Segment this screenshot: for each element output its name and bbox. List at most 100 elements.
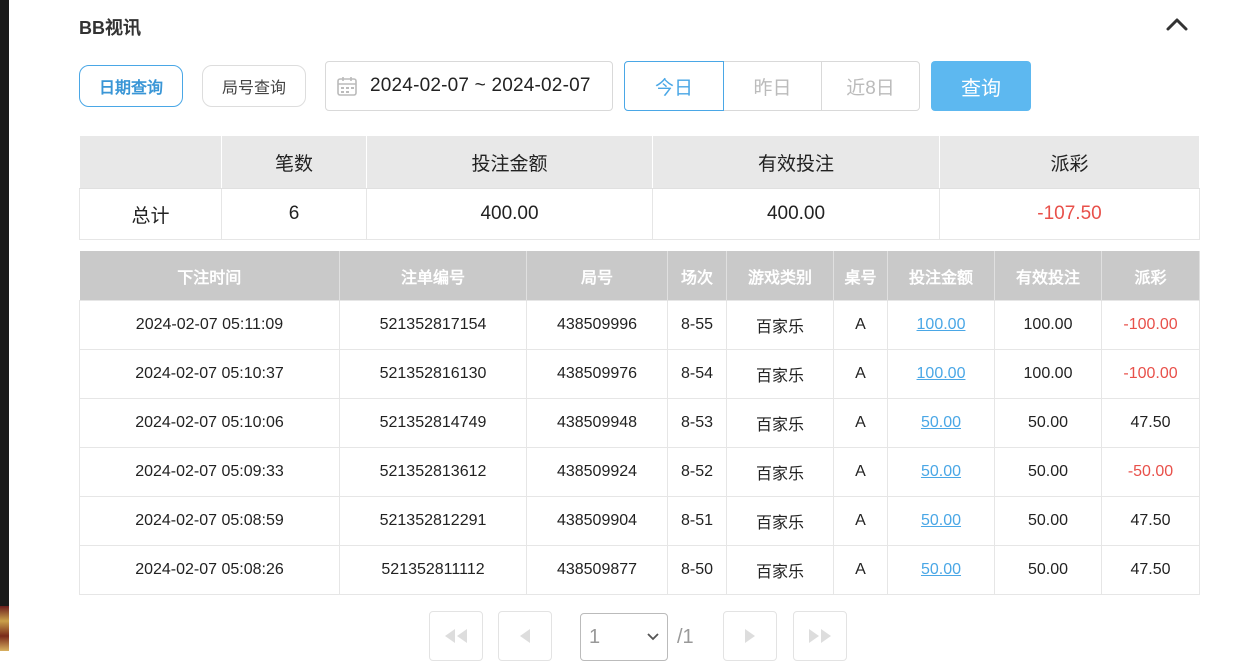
table-row: 2024-02-07 05:10:37 521352816130 4385099… — [79, 349, 1200, 399]
query-button[interactable]: 查询 — [931, 61, 1031, 111]
round-no: 438509996 — [526, 300, 668, 350]
summary-header-row: 笔数 投注金额 有效投注 派彩 — [79, 136, 1200, 189]
summary-header-payout: 派彩 — [939, 136, 1200, 189]
summary-header-count: 笔数 — [221, 136, 367, 189]
ticket-no: 521352811112 — [339, 545, 527, 595]
round-no: 438509976 — [526, 349, 668, 399]
round-no: 438509924 — [526, 447, 668, 497]
header-bet-amount: 投注金额 — [887, 251, 995, 301]
bet-time: 2024-02-07 05:11:09 — [79, 300, 340, 350]
section-title: BB视讯 — [79, 18, 141, 38]
header-table-no: 桌号 — [833, 251, 888, 301]
summary-total-valid: 400.00 — [652, 188, 940, 240]
date-range-input[interactable]: 2024-02-07 ~ 2024-02-07 — [325, 61, 613, 111]
first-page-button[interactable] — [429, 611, 483, 661]
prev-page-button[interactable] — [498, 611, 552, 661]
chevron-left-icon — [520, 629, 530, 643]
table-no: A — [833, 398, 888, 448]
game-type: 百家乐 — [726, 349, 834, 399]
summary-total-bet: 400.00 — [366, 188, 653, 240]
table-no: A — [833, 545, 888, 595]
ticket-no: 521352813612 — [339, 447, 527, 497]
bet-time: 2024-02-07 05:10:06 — [79, 398, 340, 448]
bet-amount-cell: 50.00 — [887, 447, 995, 497]
table-no: A — [833, 349, 888, 399]
valid-bet: 50.00 — [994, 398, 1102, 448]
bet-amount-link[interactable]: 100.00 — [917, 316, 966, 333]
page-total: /1 — [677, 626, 694, 648]
bet-time: 2024-02-07 05:08:26 — [79, 545, 340, 595]
summary-header-empty — [79, 136, 222, 189]
double-chevron-left-icon — [445, 629, 467, 643]
detail-header-row: 下注时间 注单编号 局号 场次 游戏类别 桌号 投注金额 有效投注 派彩 — [79, 251, 1200, 301]
session: 8-52 — [667, 447, 727, 497]
session: 8-53 — [667, 398, 727, 448]
header-session: 场次 — [667, 251, 727, 301]
table-row: 2024-02-07 05:10:06 521352814749 4385099… — [79, 398, 1200, 448]
table-no: A — [833, 300, 888, 350]
ticket-no: 521352817154 — [339, 300, 527, 350]
payout: -100.00 — [1101, 300, 1200, 350]
payout: 47.50 — [1101, 496, 1200, 546]
today-button[interactable]: 今日 — [624, 61, 724, 111]
session: 8-54 — [667, 349, 727, 399]
chevron-down-icon — [647, 633, 659, 641]
summary-header-valid: 有效投注 — [652, 136, 940, 189]
round-no: 438509877 — [526, 545, 668, 595]
game-type: 百家乐 — [726, 545, 834, 595]
last-page-button[interactable] — [793, 611, 847, 661]
valid-bet: 50.00 — [994, 545, 1102, 595]
header-round-no: 局号 — [526, 251, 668, 301]
summary-header-bet: 投注金额 — [366, 136, 653, 189]
left-edge-strip — [0, 0, 9, 651]
bet-time: 2024-02-07 05:10:37 — [79, 349, 340, 399]
bet-amount-link[interactable]: 50.00 — [921, 512, 961, 529]
ticket-no: 521352812291 — [339, 496, 527, 546]
ticket-no: 521352816130 — [339, 349, 527, 399]
page-select-value: 1 — [589, 625, 601, 648]
bet-amount-cell: 50.00 — [887, 545, 995, 595]
game-type: 百家乐 — [726, 496, 834, 546]
header-ticket-no: 注单编号 — [339, 251, 527, 301]
last-8-days-button[interactable]: 近8日 — [821, 61, 920, 111]
game-type: 百家乐 — [726, 300, 834, 350]
page-select[interactable]: 1 — [580, 613, 668, 661]
bet-time: 2024-02-07 05:09:33 — [79, 447, 340, 497]
bet-amount-cell: 50.00 — [887, 398, 995, 448]
yesterday-button[interactable]: 昨日 — [723, 61, 822, 111]
session: 8-51 — [667, 496, 727, 546]
payout: 47.50 — [1101, 545, 1200, 595]
bet-amount-cell: 100.00 — [887, 300, 995, 350]
bet-amount-link[interactable]: 50.00 — [921, 561, 961, 578]
payout: 47.50 — [1101, 398, 1200, 448]
ticket-no: 521352814749 — [339, 398, 527, 448]
bet-amount-cell: 50.00 — [887, 496, 995, 546]
header-game-type: 游戏类别 — [726, 251, 834, 301]
date-query-button[interactable]: 日期查询 — [79, 65, 183, 107]
header-payout: 派彩 — [1101, 251, 1200, 301]
table-row: 2024-02-07 05:08:59 521352812291 4385099… — [79, 496, 1200, 546]
session: 8-50 — [667, 545, 727, 595]
double-chevron-right-icon — [809, 629, 831, 643]
valid-bet: 50.00 — [994, 447, 1102, 497]
summary-table: 笔数 投注金额 有效投注 派彩 总计 6 400.00 400.00 -107.… — [79, 136, 1200, 240]
bet-amount-link[interactable]: 50.00 — [921, 463, 961, 480]
round-no: 438509904 — [526, 496, 668, 546]
round-query-button[interactable]: 局号查询 — [202, 65, 306, 107]
chevron-up-icon[interactable] — [1163, 12, 1191, 36]
payout: -100.00 — [1101, 349, 1200, 399]
table-row: 2024-02-07 05:09:33 521352813612 4385099… — [79, 447, 1200, 497]
next-page-button[interactable] — [723, 611, 777, 661]
valid-bet: 50.00 — [994, 496, 1102, 546]
table-row: 2024-02-07 05:08:26 521352811112 4385098… — [79, 545, 1200, 595]
header-valid-bet: 有效投注 — [994, 251, 1102, 301]
header-bet-time: 下注时间 — [79, 251, 340, 301]
bet-detail-table: 下注时间 注单编号 局号 场次 游戏类别 桌号 投注金额 有效投注 派彩 202… — [79, 251, 1200, 595]
game-type: 百家乐 — [726, 398, 834, 448]
bet-time: 2024-02-07 05:08:59 — [79, 496, 340, 546]
valid-bet: 100.00 — [994, 349, 1102, 399]
bet-amount-link[interactable]: 100.00 — [917, 365, 966, 382]
bet-amount-link[interactable]: 50.00 — [921, 414, 961, 431]
round-no: 438509948 — [526, 398, 668, 448]
summary-total-payout: -107.50 — [939, 188, 1200, 240]
